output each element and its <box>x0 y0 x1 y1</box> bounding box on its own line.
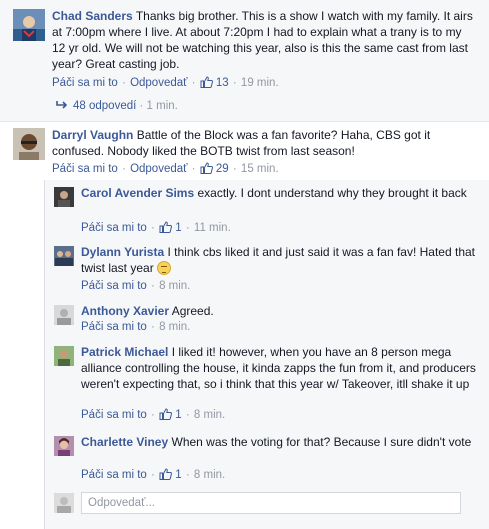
reply-anthony-xavier: Anthony Xavier Agreed. Páči sa mi to · 8… <box>45 301 489 337</box>
replies-count[interactable]: 48 odpovedí <box>73 100 136 112</box>
thumbs-up-icon[interactable] <box>159 408 173 420</box>
avatar[interactable] <box>54 346 74 366</box>
timestamp[interactable]: 11 min. <box>194 222 231 234</box>
reply-body: Anthony Xavier Agreed. <box>81 303 481 319</box>
reply-composer: Odpovedať... <box>54 492 484 514</box>
author-name[interactable]: Patrick Michael <box>81 345 168 359</box>
avatar[interactable] <box>13 128 45 160</box>
comment-actions: Páči sa mi to · Odpovedať · 29 · 15 min. <box>52 162 279 175</box>
reply-link[interactable]: Odpovedať <box>130 163 187 175</box>
comment-body: Chad Sanders Thanks big brother. This is… <box>52 8 477 72</box>
pensive-face-emoji <box>157 261 172 275</box>
reply-arrow-icon <box>56 101 68 109</box>
like-count[interactable]: 1 <box>175 469 181 481</box>
reply-actions: Páči sa mi to · 1 · 11 min. <box>81 221 231 234</box>
reply-text: exactly. I dont understand why they brou… <box>197 186 467 200</box>
timestamp[interactable]: 8 min. <box>159 321 190 333</box>
timestamp[interactable]: 15 min. <box>241 163 279 175</box>
thumbs-up-icon[interactable] <box>159 468 173 480</box>
author-name[interactable]: Anthony Xavier <box>81 304 169 318</box>
reply-charlette-viney: Charlette Viney When was the voting for … <box>45 432 489 484</box>
like-link[interactable]: Páči sa mi to <box>81 469 147 481</box>
reply-actions: Páči sa mi to · 1 · 8 min. <box>81 468 226 481</box>
like-count[interactable]: 29 <box>216 163 229 175</box>
reply-actions: Páči sa mi to · 8 min. <box>81 321 191 333</box>
reply-actions: Páči sa mi to · 1 · 8 min. <box>81 408 226 421</box>
like-count[interactable]: 1 <box>175 409 181 421</box>
avatar[interactable] <box>54 246 74 266</box>
author-name[interactable]: Chad Sanders <box>52 9 133 23</box>
comment-body: Darryl Vaughn Battle of the Block was a … <box>52 127 477 159</box>
author-name[interactable]: Carol Avender Sims <box>81 186 194 200</box>
timestamp[interactable]: 19 min. <box>241 77 279 89</box>
reply-carol-avender-sims: Carol Avender Sims exactly. I dont under… <box>45 183 489 235</box>
avatar <box>54 493 74 513</box>
thumbs-up-icon[interactable] <box>200 76 213 88</box>
reply-body: Charlette Viney When was the voting for … <box>81 434 481 450</box>
reply-text: Agreed. <box>171 304 214 318</box>
reply-thread: Carol Avender Sims exactly. I dont under… <box>44 180 489 529</box>
thumbs-up-icon[interactable] <box>200 162 213 174</box>
author-name[interactable]: Charlette Viney <box>81 435 168 449</box>
view-replies-link[interactable]: 48 odpovedí · 1 min. <box>55 100 178 112</box>
like-link[interactable]: Páči sa mi to <box>81 321 147 333</box>
like-count[interactable]: 1 <box>175 222 181 234</box>
comment-darryl-vaughn: Darryl Vaughn Battle of the Block was a … <box>0 123 489 177</box>
like-count[interactable]: 13 <box>216 77 229 89</box>
comment-actions: Páči sa mi to · Odpovedať · 13 · 19 min. <box>52 76 279 89</box>
comment-chad-sanders: Chad Sanders Thanks big brother. This is… <box>0 0 489 122</box>
reply-actions: Páči sa mi to · 8 min. <box>81 280 191 292</box>
reply-text: When was the voting for that? Because I … <box>171 435 472 449</box>
author-name[interactable]: Darryl Vaughn <box>52 128 133 142</box>
reply-dylann-yurista: Dylann Yurista I think cbs liked it and … <box>45 242 489 294</box>
avatar[interactable] <box>54 436 74 456</box>
timestamp[interactable]: 8 min. <box>194 469 225 481</box>
replies-timestamp: 1 min. <box>146 100 178 112</box>
like-link[interactable]: Páči sa mi to <box>81 409 147 421</box>
reply-body: Carol Avender Sims exactly. I dont under… <box>81 185 481 201</box>
like-link[interactable]: Páči sa mi to <box>81 222 147 234</box>
reply-patrick-michael: Patrick Michael I liked it! however, whe… <box>45 342 489 428</box>
like-link[interactable]: Páči sa mi to <box>81 280 147 292</box>
reply-body: Patrick Michael I liked it! however, whe… <box>81 344 481 392</box>
timestamp[interactable]: 8 min. <box>194 409 225 421</box>
like-link[interactable]: Páči sa mi to <box>52 77 118 89</box>
avatar[interactable] <box>54 305 74 325</box>
avatar[interactable] <box>13 9 45 41</box>
author-name[interactable]: Dylann Yurista <box>81 245 164 259</box>
reply-body: Dylann Yurista I think cbs liked it and … <box>81 244 481 276</box>
thumbs-up-icon[interactable] <box>159 221 173 233</box>
like-link[interactable]: Páči sa mi to <box>52 163 118 175</box>
reply-input[interactable]: Odpovedať... <box>81 492 461 514</box>
reply-link[interactable]: Odpovedať <box>130 77 187 89</box>
avatar[interactable] <box>54 187 74 207</box>
timestamp[interactable]: 8 min. <box>159 280 190 292</box>
